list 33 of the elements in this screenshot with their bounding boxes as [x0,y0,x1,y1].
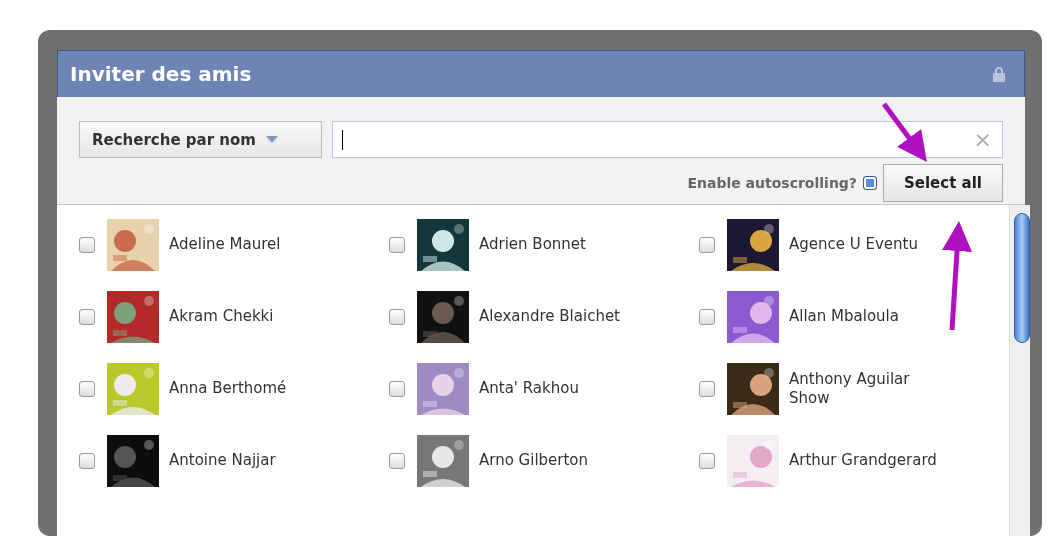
filter-dropdown[interactable]: Recherche par nom [79,121,322,158]
friend-checkbox[interactable] [389,381,405,397]
friend-name[interactable]: Adeline Maurel [169,235,334,255]
friend-name[interactable]: Anna Berthomé [169,379,334,399]
friend-checkbox[interactable] [699,381,715,397]
friend-name[interactable]: Antoine Najjar [169,451,334,471]
friend-name[interactable]: Adrien Bonnet [479,235,644,255]
friend-name[interactable]: Akram Chekki [169,307,334,327]
dialog-title: Inviter des amis [70,62,252,86]
friend-checkbox[interactable] [389,453,405,469]
friend-name[interactable]: Arthur Grandgerard [789,451,954,471]
friend-checkbox[interactable] [389,237,405,253]
friend-name[interactable]: Allan Mbaloula [789,307,954,327]
friend-checkbox[interactable] [699,237,715,253]
lock-icon [992,66,1006,82]
scrollbar[interactable] [1009,205,1030,536]
friend-checkbox[interactable] [389,309,405,325]
friend-checkbox[interactable] [699,453,715,469]
friend-checkbox[interactable] [79,453,95,469]
friend-name[interactable]: Agence U Eventu [789,235,954,255]
friend-name[interactable]: Alexandre Blaichet [479,307,644,327]
friend-checkbox[interactable] [699,309,715,325]
friend-name[interactable]: Anta' Rakhou [479,379,644,399]
friend-checkbox[interactable] [79,381,95,397]
caret-icon [265,135,278,144]
friend-checkbox[interactable] [79,309,95,325]
friend-name[interactable]: Anthony Aguilar Show [789,369,954,409]
friend-checkbox[interactable] [79,237,95,253]
friend-name[interactable]: Arno Gilberton [479,451,644,471]
select-all-button[interactable]: Select all [883,164,1003,202]
autoscroll-checkbox[interactable] [863,176,877,190]
annotation-arrow [882,102,927,163]
autoscroll-label: Enable autoscrolling? [687,175,857,191]
